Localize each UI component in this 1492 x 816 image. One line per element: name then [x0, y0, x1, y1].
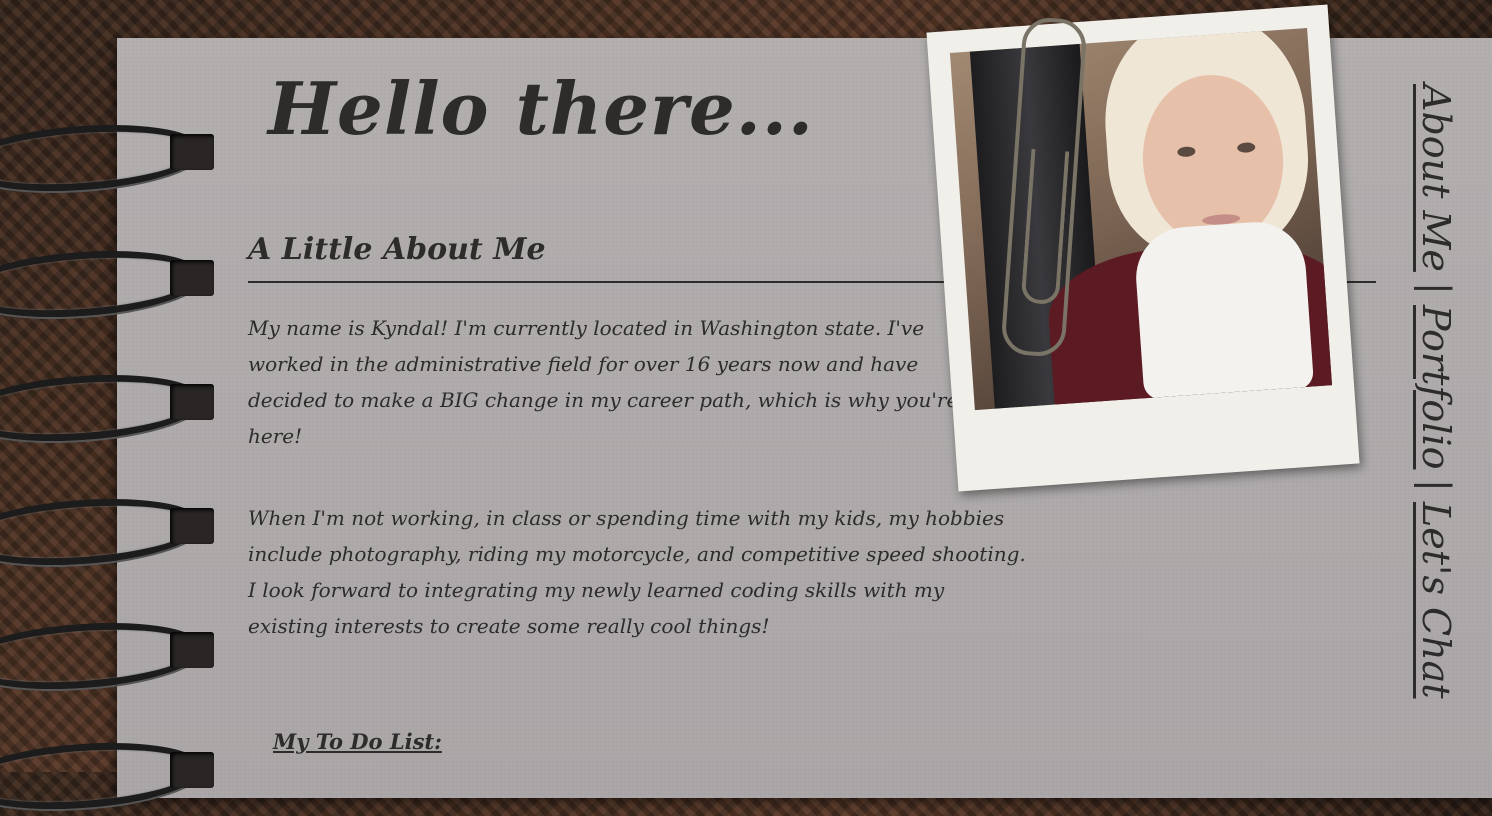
polaroid-photo-frame: [926, 4, 1360, 492]
spiral-ring: [0, 243, 220, 325]
about-paragraph-1: My name is Kyndal! I'm currently located…: [248, 316, 959, 448]
todo-list-heading: My To Do List:: [273, 729, 442, 754]
nav-portfolio-link[interactable]: Portfolio: [1414, 305, 1458, 469]
profile-photo: [949, 28, 1333, 411]
about-paragraph-2: When I'm not working, in class or spendi…: [248, 506, 1026, 638]
spiral-ring: [0, 117, 220, 199]
nav-about-me-link[interactable]: About Me: [1414, 84, 1458, 272]
vertical-nav: About Me | Portfolio | Let's Chat: [1414, 84, 1458, 754]
nav-separator: |: [1414, 281, 1458, 295]
nav-separator: |: [1414, 479, 1458, 492]
page-title: Hello there...: [268, 66, 814, 151]
nav-lets-chat-link[interactable]: Let's Chat: [1414, 502, 1458, 699]
spiral-ring: [0, 367, 220, 449]
spiral-ring: [0, 615, 220, 697]
spiral-ring: [0, 735, 220, 816]
spiral-ring: [0, 491, 220, 573]
about-heading: A Little About Me: [248, 232, 546, 267]
